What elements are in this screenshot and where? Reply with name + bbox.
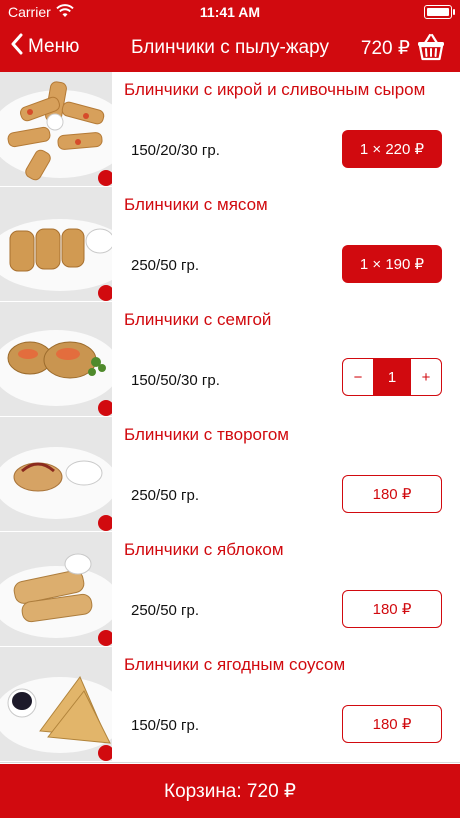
nav-bar: Меню Блинчики с пылу-жару 720 ₽ <box>0 24 460 72</box>
product-weight: 250/50 гр. <box>131 487 200 504</box>
product-weight: 150/50/30 гр. <box>131 372 220 389</box>
product-name: Блинчики с яблоком <box>124 540 284 559</box>
product-image <box>0 647 112 761</box>
status-time: 11:41 AM <box>199 4 261 20</box>
cart-bar-button[interactable]: Корзина: 720 ₽ <box>0 764 460 818</box>
product-image <box>0 72 112 186</box>
product-name: Блинчики с икрой и сливочным сыром <box>124 80 426 99</box>
add-to-cart-button[interactable]: 180 ₽ <box>342 475 442 513</box>
increment-button[interactable]: + <box>410 358 442 396</box>
product-name: Блинчики с мясом <box>124 195 268 214</box>
product-weight: 150/50 гр. <box>131 717 200 734</box>
quantity-value: 1 <box>374 358 410 396</box>
add-to-cart-button[interactable]: 180 ₽ <box>342 705 442 743</box>
product-name: Блинчики с семгой <box>124 310 272 329</box>
chevron-left-icon <box>10 33 24 61</box>
back-label: Меню <box>28 36 80 57</box>
list-item[interactable]: Блинчики с икрой и сливочным сыром 150/2… <box>0 72 460 188</box>
list-item[interactable]: Блинчики с творогом 250/50 гр. 180 ₽ <box>0 417 460 533</box>
page-title: Блинчики с пылу-жару <box>131 37 329 58</box>
quantity-stepper: − 1 + <box>342 358 442 396</box>
list-item[interactable]: Блинчики с мясом 250/50 гр. 1 × 190 ₽ <box>0 187 460 303</box>
top-bar: Carrier 11:41 AM Меню Блинчики с пылу-жа… <box>0 0 460 72</box>
list-item[interactable]: Блинчики с семгой 150/50/30 гр. − 1 + <box>0 302 460 418</box>
decrement-button[interactable]: − <box>342 358 374 396</box>
list-item[interactable]: Блинчики с яблоком 250/50 гр. 180 ₽ <box>0 532 460 648</box>
product-name: Блинчики с творогом <box>124 425 289 444</box>
product-weight: 250/50 гр. <box>131 257 200 274</box>
add-to-cart-button[interactable]: 180 ₽ <box>342 590 442 628</box>
product-weight: 250/50 гр. <box>131 602 200 619</box>
product-weight: 150/20/30 гр. <box>131 142 220 159</box>
back-button[interactable]: Меню <box>10 32 79 62</box>
battery-icon <box>424 5 455 19</box>
list-item[interactable]: Блинчики с ягодным соусом 150/50 гр. 180… <box>0 647 460 763</box>
product-image <box>0 417 112 531</box>
product-image <box>0 532 112 646</box>
product-image <box>0 187 112 301</box>
cart-total: 720 ₽ <box>360 38 410 59</box>
product-name: Блинчики с ягодным соусом <box>124 655 346 674</box>
basket-icon[interactable] <box>416 32 446 62</box>
status-bar: Carrier 11:41 AM <box>0 0 460 24</box>
product-list: Блинчики с икрой и сливочным сыром 150/2… <box>0 72 460 764</box>
quantity-price-button[interactable]: 1 × 190 ₽ <box>342 245 442 283</box>
quantity-price-button[interactable]: 1 × 220 ₽ <box>342 130 442 168</box>
product-image <box>0 302 112 416</box>
